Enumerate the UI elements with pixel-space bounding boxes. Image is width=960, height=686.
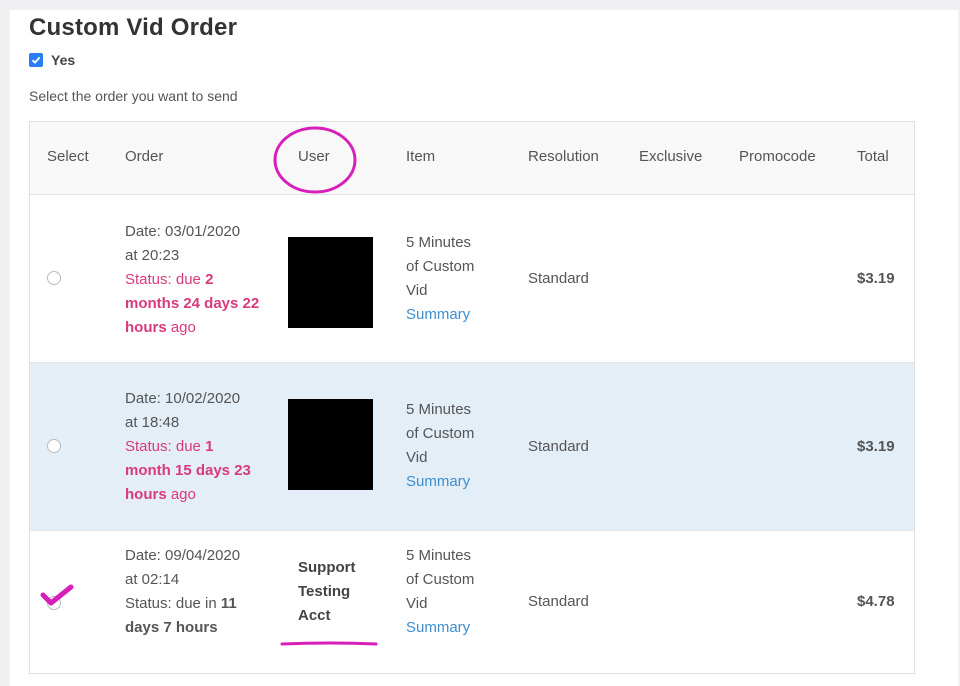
order-status-line2: days 7 hours [125, 616, 275, 640]
status-value: 1 [205, 438, 214, 455]
item-name: 5 Minutes [406, 234, 472, 251]
status-duration: days 7 hours [125, 619, 218, 636]
resolution-value: Standard [528, 438, 589, 455]
resolution-value: Standard [528, 270, 589, 287]
order-time: at 20:23 [125, 247, 180, 264]
header-select: Select [47, 148, 89, 165]
instruction-text: Select the order you want to send [29, 88, 238, 104]
header-resolution: Resolution [528, 148, 599, 165]
status-duration: months 24 days 22 [125, 295, 260, 312]
user-name: Support Testing Acct [298, 556, 378, 628]
page-title: Custom Vid Order [29, 14, 238, 41]
orders-table: Select Order User Item Resolution Exclus… [29, 121, 915, 674]
header-exclusive: Exclusive [639, 148, 703, 165]
item-name-line3: Vid [406, 282, 428, 299]
status-prefix: Status: due in [125, 595, 221, 612]
order-status: Status: due 1 [125, 435, 275, 459]
header-total: Total [857, 148, 889, 165]
item-info: 5 Minutes of Custom Vid Summary [406, 231, 496, 327]
table-row[interactable]: Date: 09/04/2020 at 02:14 Status: due in… [30, 531, 914, 673]
status-suffix: ago [166, 319, 196, 336]
yes-checkbox-row[interactable]: Yes [29, 52, 75, 68]
item-info: 5 Minutes of Custom Vid Summary [406, 544, 496, 640]
item-info: 5 Minutes of Custom Vid Summary [406, 398, 496, 494]
order-status-line2: months 24 days 22 [125, 292, 275, 316]
status-prefix: Status: due [125, 271, 206, 288]
order-date: Date: 10/02/2020 [125, 390, 241, 407]
checkbox-checked-icon[interactable] [29, 53, 43, 67]
status-prefix: Status: due [125, 438, 206, 455]
item-name-line2: of Custom [406, 258, 475, 275]
order-info: Date: 10/02/2020 at 18:48 Status: due 1 … [125, 387, 275, 507]
redacted-user [288, 237, 373, 328]
order-status-line3: hours ago [125, 483, 275, 507]
row-select-radio[interactable] [47, 271, 61, 285]
order-panel: Custom Vid Order Yes Select the order yo… [10, 10, 958, 686]
checkbox-label: Yes [51, 52, 76, 68]
header-item: Item [406, 148, 436, 165]
order-info: Date: 09/04/2020 at 02:14 Status: due in… [125, 544, 275, 640]
resolution-value: Standard [528, 593, 589, 610]
summary-link[interactable]: Summary [406, 470, 496, 494]
status-value: 2 [205, 271, 214, 288]
row-select-radio[interactable] [47, 596, 61, 610]
status-duration: month 15 days 23 [125, 462, 251, 479]
table-header: Select Order User Item Resolution Exclus… [30, 122, 914, 195]
header-order: Order [125, 148, 164, 165]
row-select-radio[interactable] [47, 439, 61, 453]
item-name-line3: Vid [406, 449, 428, 466]
total-value: $3.19 [857, 270, 895, 287]
summary-link[interactable]: Summary [406, 616, 496, 640]
order-time: at 18:48 [125, 414, 180, 431]
item-name-line3: Vid [406, 595, 428, 612]
item-name-line2: of Custom [406, 425, 475, 442]
order-time: at 02:14 [125, 571, 180, 588]
item-name-line2: of Custom [406, 571, 475, 588]
order-info: Date: 03/01/2020 at 20:23 Status: due 2 … [125, 220, 275, 340]
total-value: $4.78 [857, 593, 895, 610]
order-date: Date: 09/04/2020 [125, 547, 241, 564]
table-row[interactable]: Date: 10/02/2020 at 18:48 Status: due 1 … [30, 363, 914, 531]
order-status-line3: hours ago [125, 316, 275, 340]
order-status: Status: due 2 [125, 268, 275, 292]
item-name: 5 Minutes [406, 401, 472, 418]
order-status: Status: due in 11 [125, 592, 275, 616]
table-row[interactable]: Date: 03/01/2020 at 20:23 Status: due 2 … [30, 195, 914, 363]
item-name: 5 Minutes [406, 547, 472, 564]
status-value: 11 [220, 595, 237, 612]
user-name-line3: Acct [298, 607, 331, 624]
header-promocode: Promocode [739, 148, 816, 165]
status-suffix: ago [166, 486, 196, 503]
header-user: User [298, 148, 330, 165]
status-hours: hours [125, 486, 167, 503]
total-value: $3.19 [857, 438, 895, 455]
summary-link[interactable]: Summary [406, 303, 496, 327]
user-name-line2: Testing [298, 583, 351, 600]
order-date: Date: 03/01/2020 [125, 223, 241, 240]
user-name-line1: Support [298, 559, 356, 576]
order-status-line2: month 15 days 23 [125, 459, 275, 483]
redacted-user [288, 399, 373, 490]
status-hours: hours [125, 319, 167, 336]
